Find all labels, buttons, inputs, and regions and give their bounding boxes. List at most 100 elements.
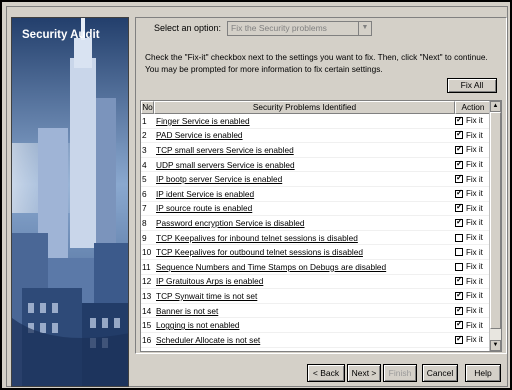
scroll-down-icon[interactable]: ▼ (490, 340, 501, 351)
column-header-problem: Security Problems Identified (154, 101, 455, 114)
fix-it-checkbox[interactable] (455, 173, 463, 184)
problem-cell: Finger Service is enabled (154, 116, 455, 126)
fix-it-checkbox[interactable] (455, 305, 463, 315)
problem-link[interactable]: PAD Service is enabled (156, 130, 243, 140)
fix-it-label: Fix it (466, 306, 483, 316)
fix-it-checkbox[interactable] (455, 188, 463, 198)
action-cell: Fix it (455, 248, 491, 257)
table-row: 1 Finger Service is enabled Fix it (141, 114, 491, 129)
problem-link[interactable]: IP source route is enabled (156, 203, 252, 213)
table-row: 3 TCP small servers Service is enabled Fix… (141, 143, 491, 158)
scroll-up-icon[interactable]: ▲ (490, 101, 501, 112)
problem-cell: UDP small servers Service is enabled (154, 160, 455, 170)
fix-it-checkbox[interactable] (455, 115, 463, 125)
table-row: 12 IP Gratuitous Arps is enabled Fix it (141, 275, 491, 290)
action-cell: Fix it (455, 202, 491, 213)
row-number: 1 (142, 115, 147, 126)
row-number: 8 (142, 217, 147, 228)
action-cell: Fix it (455, 144, 491, 154)
table-row: 8 Password encryption Service is disabled… (141, 216, 491, 231)
vertical-scrollbar[interactable]: ▲ ▼ (489, 101, 501, 351)
row-number: 15 (142, 320, 152, 331)
chevron-down-icon[interactable]: ▼ (358, 22, 371, 35)
table-row: 13 TCP Synwait time is not set Fix it (141, 289, 491, 304)
fix-it-checkbox[interactable] (455, 233, 463, 242)
problem-link[interactable]: IP ident Service is enabled (156, 189, 254, 199)
problem-cell: IP bootp server Service is enabled (154, 174, 455, 184)
fix-it-checkbox[interactable] (455, 129, 463, 140)
fix-it-label: Fix it (466, 203, 483, 213)
action-cell: Fix it (455, 173, 491, 184)
problem-cell: Banner is not set (154, 306, 455, 316)
fix-it-checkbox[interactable] (455, 248, 463, 257)
action-cell: Fix it (455, 188, 491, 199)
problem-link[interactable]: TCP Keepalives for inbound telnet sessio… (156, 233, 358, 243)
fix-it-checkbox[interactable] (455, 159, 463, 169)
fix-it-checkbox[interactable] (455, 319, 463, 330)
fix-it-checkbox[interactable] (455, 217, 463, 227)
fix-it-label: Fix it (466, 320, 483, 330)
option-select[interactable]: Fix the Security problems ▼ (227, 21, 372, 36)
next-button[interactable]: Next > (347, 364, 381, 382)
problem-link[interactable]: UDP small servers Service is enabled (156, 160, 295, 170)
problem-cell: IP Gratuitous Arps is enabled (154, 276, 455, 286)
problem-link[interactable]: TCP small servers Service is enabled (156, 145, 294, 155)
problem-link[interactable]: Finger Service is enabled (156, 116, 250, 126)
row-number: 3 (142, 144, 147, 155)
problem-link[interactable]: Sequence Numbers and Time Stamps on Debu… (156, 262, 386, 272)
row-number: 12 (142, 276, 152, 287)
problem-link[interactable]: Password encryption Service is disabled (156, 218, 305, 228)
row-number: 7 (142, 203, 147, 214)
table-header: No Security Problems Identified Action (141, 101, 491, 114)
problem-link[interactable]: Logging is not enabled (156, 320, 240, 330)
row-number: 11 (142, 261, 151, 272)
problem-cell: Sequence Numbers and Time Stamps on Debu… (154, 262, 455, 272)
action-cell: Fix it (455, 319, 491, 330)
action-cell: Fix it (455, 159, 491, 169)
fix-it-checkbox[interactable] (455, 290, 463, 300)
help-button[interactable]: Help (465, 364, 501, 382)
problem-cell: TCP small servers Service is enabled (154, 145, 455, 155)
problem-link[interactable]: TCP Keepalives for outbound telnet sessi… (156, 247, 363, 257)
fix-it-checkbox[interactable] (455, 144, 463, 154)
fix-it-label: Fix it (466, 116, 483, 126)
fix-it-label: Fix it (466, 291, 483, 301)
table-row: 15 Logging is not enabled Fix it (141, 318, 491, 333)
problem-link[interactable]: Scheduler Allocate is not set (156, 335, 260, 345)
finish-button[interactable]: Finish (383, 364, 417, 382)
action-cell: Fix it (455, 217, 491, 227)
row-number: 5 (142, 174, 147, 185)
fix-it-label: Fix it (466, 130, 483, 140)
fix-all-button[interactable]: Fix All (447, 78, 497, 93)
table-row: 5 IP bootp server Service is enabled Fix i… (141, 172, 491, 187)
problem-link[interactable]: IP Gratuitous Arps is enabled (156, 276, 263, 286)
problem-cell: Logging is not enabled (154, 320, 455, 330)
window-frame: Security Audit Select an option: Fix the… (0, 0, 512, 390)
fix-it-label: Fix it (466, 189, 483, 199)
problem-link[interactable]: TCP Synwait time is not set (156, 291, 257, 301)
problem-cell: PAD Service is enabled (154, 130, 455, 140)
back-button[interactable]: < Back (307, 364, 345, 382)
table-row: 10 TCP Keepalives for outbound telnet ses… (141, 245, 491, 260)
cancel-button[interactable]: Cancel (422, 364, 458, 382)
problem-link[interactable]: Banner is not set (156, 306, 218, 316)
action-cell: Fix it (455, 334, 491, 344)
column-header-action: Action (455, 101, 491, 114)
problem-cell: Password encryption Service is disabled (154, 218, 455, 228)
fix-it-checkbox[interactable] (455, 334, 463, 344)
table-row: 7 IP source route is enabled Fix it (141, 202, 491, 217)
wizard-window: Security Audit Select an option: Fix the… (6, 6, 508, 387)
fix-it-label: Fix it (466, 233, 483, 243)
option-label: Select an option: (154, 23, 222, 33)
scroll-thumb[interactable] (490, 112, 501, 329)
banner-art: Security Audit (11, 17, 129, 387)
fix-it-checkbox[interactable] (455, 202, 463, 213)
fix-it-checkbox[interactable] (455, 275, 463, 286)
problem-link[interactable]: IP bootp server Service is enabled (156, 174, 282, 184)
instructions: Check the "Fix-it" checkbox next to the … (145, 51, 505, 75)
problem-cell: IP source route is enabled (154, 203, 455, 213)
instructions-line-2: You may be prompted for more information… (145, 64, 383, 74)
row-number: 13 (142, 290, 152, 301)
fix-it-checkbox[interactable] (455, 262, 463, 271)
action-cell: Fix it (455, 233, 491, 242)
